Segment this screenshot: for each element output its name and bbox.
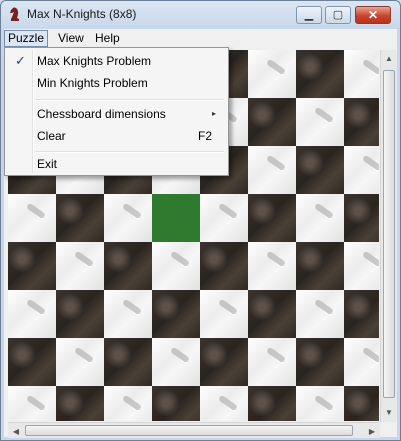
board-square[interactable] xyxy=(200,338,248,386)
vertical-scrollbar[interactable]: ▲ ▼ xyxy=(380,50,397,422)
board-square[interactable] xyxy=(200,242,248,290)
board-square[interactable] xyxy=(296,290,344,338)
vertical-scroll-thumb[interactable] xyxy=(383,70,395,398)
menu-help[interactable]: Help xyxy=(91,30,124,47)
scroll-right-icon[interactable]: ▶ xyxy=(364,423,380,439)
board-square[interactable] xyxy=(200,194,248,242)
maximize-button[interactable]: ▢ xyxy=(325,6,351,24)
board-square[interactable] xyxy=(248,194,296,242)
board-square[interactable] xyxy=(296,194,344,242)
board-square[interactable] xyxy=(248,290,296,338)
board-square[interactable] xyxy=(344,194,379,242)
maximize-icon: ▢ xyxy=(332,8,344,21)
board-square[interactable] xyxy=(344,386,379,421)
menu-item-label: Max Knights Problem xyxy=(37,54,152,68)
board-square[interactable] xyxy=(344,242,379,290)
board-square[interactable] xyxy=(8,194,56,242)
scroll-up-icon[interactable]: ▲ xyxy=(381,50,397,66)
minimize-icon: ▁ xyxy=(304,8,314,21)
app-window: Max N-Knights (8x8) ▁ ▢ ✕ Puzzle View He… xyxy=(0,0,401,441)
board-square[interactable] xyxy=(200,386,248,421)
board-square[interactable] xyxy=(248,338,296,386)
board-square[interactable] xyxy=(104,194,152,242)
menu-item-max-knights[interactable]: ✓ Max Knights Problem xyxy=(7,50,226,72)
menu-separator xyxy=(35,99,224,101)
size-grip[interactable] xyxy=(380,422,396,437)
horizontal-scroll-thumb[interactable] xyxy=(25,425,353,436)
board-square[interactable] xyxy=(152,242,200,290)
puzzle-dropdown-menu: ✓ Max Knights Problem Min Knights Proble… xyxy=(4,47,229,176)
board-square[interactable] xyxy=(344,338,379,386)
board-square[interactable] xyxy=(8,386,56,421)
board-square[interactable] xyxy=(152,290,200,338)
menu-item-exit[interactable]: Exit xyxy=(7,153,226,175)
menu-item-label: Exit xyxy=(37,157,58,171)
board-square[interactable] xyxy=(248,242,296,290)
board-square[interactable] xyxy=(8,242,56,290)
board-square[interactable] xyxy=(296,98,344,146)
board-square[interactable] xyxy=(296,338,344,386)
submenu-arrow-icon: ▸ xyxy=(212,109,217,118)
board-square[interactable] xyxy=(56,338,104,386)
board-square[interactable] xyxy=(152,194,200,242)
checkmark-icon: ✓ xyxy=(15,53,26,68)
board-square[interactable] xyxy=(248,146,296,194)
scroll-left-icon[interactable]: ◀ xyxy=(8,423,24,439)
board-square[interactable] xyxy=(56,194,104,242)
menu-item-clear[interactable]: Clear F2 xyxy=(7,125,226,147)
menu-bar: Puzzle View Help xyxy=(4,29,397,48)
board-square[interactable] xyxy=(152,338,200,386)
minimize-button[interactable]: ▁ xyxy=(296,6,322,24)
menu-puzzle[interactable]: Puzzle xyxy=(4,30,48,47)
menu-item-label: Min Knights Problem xyxy=(37,76,148,90)
close-button[interactable]: ✕ xyxy=(355,6,391,24)
board-square[interactable] xyxy=(344,50,379,98)
board-square[interactable] xyxy=(344,290,379,338)
close-icon: ✕ xyxy=(367,8,379,22)
window-title: Max N-Knights (8x8) xyxy=(27,7,137,21)
horizontal-scrollbar[interactable]: ◀ ▶ xyxy=(8,422,380,438)
board-square[interactable] xyxy=(248,98,296,146)
board-square[interactable] xyxy=(56,290,104,338)
menu-item-min-knights[interactable]: Min Knights Problem xyxy=(7,72,226,94)
menu-view[interactable]: View xyxy=(54,30,88,47)
board-square[interactable] xyxy=(344,146,379,194)
board-square[interactable] xyxy=(344,98,379,146)
board-square[interactable] xyxy=(104,290,152,338)
scroll-down-icon[interactable]: ▼ xyxy=(381,404,397,420)
board-square[interactable] xyxy=(56,242,104,290)
board-square[interactable] xyxy=(248,50,296,98)
menu-item-chessboard-dimensions[interactable]: Chessboard dimensions ▸ xyxy=(7,103,226,125)
menu-item-label: Chessboard dimensions xyxy=(37,107,166,121)
board-square[interactable] xyxy=(8,290,56,338)
board-square[interactable] xyxy=(104,338,152,386)
board-square[interactable] xyxy=(296,386,344,421)
shortcut-label: F2 xyxy=(198,129,213,143)
board-square[interactable] xyxy=(104,242,152,290)
board-square[interactable] xyxy=(104,386,152,421)
board-square[interactable] xyxy=(296,146,344,194)
board-square[interactable] xyxy=(248,386,296,421)
board-square[interactable] xyxy=(296,242,344,290)
board-square[interactable] xyxy=(200,290,248,338)
title-bar[interactable]: Max N-Knights (8x8) ▁ ▢ ✕ xyxy=(1,1,400,29)
board-square[interactable] xyxy=(56,386,104,421)
menu-item-label: Clear xyxy=(37,129,66,143)
board-square[interactable] xyxy=(152,386,200,421)
board-square[interactable] xyxy=(296,50,344,98)
knight-icon xyxy=(10,7,19,21)
board-square[interactable] xyxy=(8,338,56,386)
